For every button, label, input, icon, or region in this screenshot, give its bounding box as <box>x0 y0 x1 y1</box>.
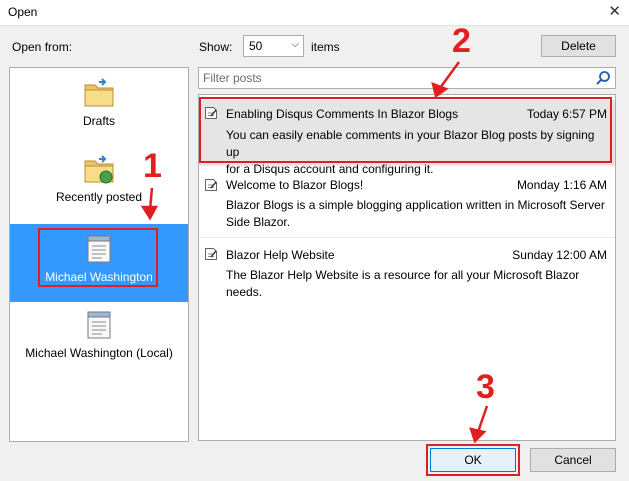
arrow-3-head <box>469 427 487 444</box>
arrow-1-head <box>140 205 159 221</box>
arrow-2-line <box>438 61 461 89</box>
arrow-3-line <box>476 405 489 433</box>
annotation-arrows <box>140 61 489 444</box>
arrow-2-head <box>431 81 449 99</box>
